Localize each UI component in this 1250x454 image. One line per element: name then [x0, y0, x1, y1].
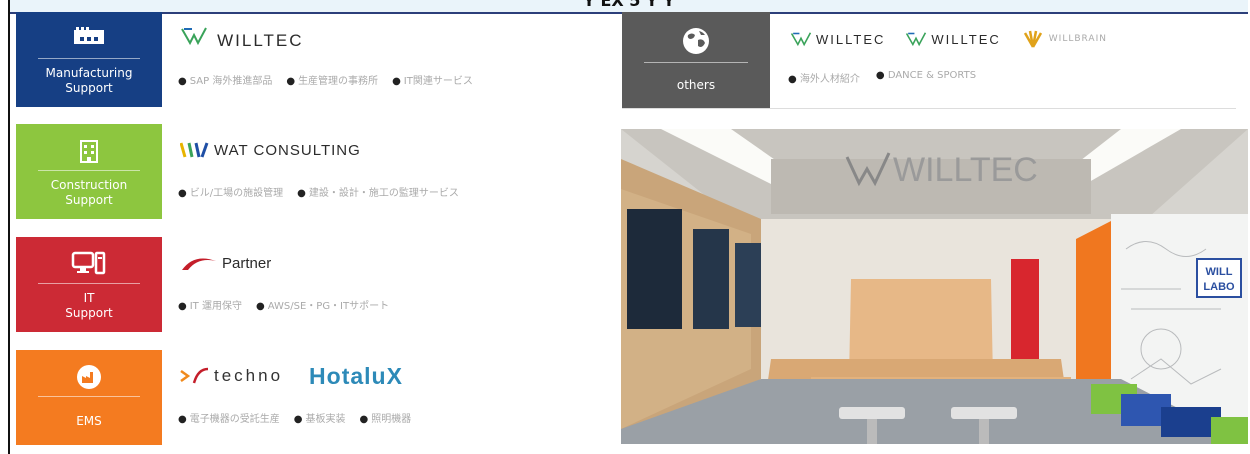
- service-item: ビル/工場の施設管理: [178, 184, 283, 199]
- wat-mark-icon: [180, 142, 209, 158]
- willtec-logo: WILLTEC: [180, 26, 304, 51]
- willtec-logo-text: WILLTEC: [217, 30, 304, 50]
- service-item: IT関連サービス: [392, 72, 473, 87]
- service-item: 電子機器の受託生産: [178, 410, 280, 425]
- service-list: SAP 海外推進部品 生産管理の事務所 IT関連サービス: [178, 72, 473, 87]
- partner-logo-text: Partner: [222, 254, 272, 272]
- tile-manufacturing-support[interactable]: Manufacturing Support: [16, 12, 162, 107]
- techno-logo-text: techno: [214, 366, 284, 385]
- svg-text:WILLTEC: WILLTEC: [893, 151, 1038, 189]
- willtec-logo: WILLTEC: [905, 31, 1000, 47]
- techno-mark-icon: [180, 367, 209, 384]
- tile-divider: [644, 62, 748, 63]
- partner-logo: Partner: [180, 255, 271, 272]
- tile-divider: [38, 58, 140, 59]
- globe-icon: [683, 28, 709, 54]
- business-row-it[interactable]: IT Support Partner IT 運用保守 AWS/SE・PG・ITサ…: [10, 237, 610, 332]
- techno-logo: techno: [180, 366, 283, 386]
- svg-text:LABO: LABO: [1203, 281, 1235, 293]
- willtec-logo-text: WILLTEC: [931, 31, 1001, 47]
- tile-construction-support[interactable]: Construction Support: [16, 124, 162, 219]
- wat-consulting-logo: WAT CONSULTING: [180, 141, 361, 159]
- tile-divider: [38, 170, 140, 171]
- service-list: ● 海外人材紹介 ● DANCE & SPORTS: [788, 70, 976, 85]
- office-photo: WILLTEC WILL LABO: [621, 129, 1248, 444]
- service-item: SAP 海外推進部品: [178, 72, 273, 87]
- others-card[interactable]: others WILLTEC WILLTEC WILLBRAIN ● 海外人材紹…: [622, 12, 1236, 109]
- tile-label: Construction Support: [50, 178, 128, 207]
- office-interior-illustration: WILLTEC WILL LABO: [621, 129, 1248, 444]
- willtec-mark-icon: [906, 32, 927, 47]
- service-list: IT 運用保守 AWS/SE・PG・ITサポート: [178, 297, 389, 312]
- company-logos: WAT CONSULTING: [180, 134, 361, 166]
- company-logos: WILLTEC WILLTEC WILLBRAIN: [790, 30, 1107, 48]
- computer-icon: [71, 251, 106, 275]
- wat-logo-text: WAT CONSULTING: [214, 141, 361, 159]
- business-row-manufacturing[interactable]: Manufacturing Support WILLTEC SAP 海外推進部品…: [10, 12, 610, 107]
- factory-circle-icon: [77, 365, 101, 389]
- leaf-mark-icon: [1023, 30, 1042, 48]
- section-title: Y EX 5 Y Y: [583, 0, 675, 10]
- tile-others[interactable]: others: [622, 12, 770, 108]
- service-item: IT 運用保守: [178, 297, 242, 312]
- tile-label: others: [676, 78, 716, 92]
- factory-icon: [74, 27, 104, 44]
- willbrain-logo: WILLBRAIN: [1021, 30, 1107, 48]
- service-item: AWS/SE・PG・ITサポート: [256, 297, 389, 312]
- company-logos: techno HotaluX: [180, 360, 403, 392]
- service-item: 基板実装: [294, 410, 345, 425]
- willtec-logo-text: WILLTEC: [816, 31, 886, 47]
- service-item: 照明機器: [359, 410, 411, 425]
- willbrain-logo-text: WILLBRAIN: [1048, 34, 1107, 44]
- tile-divider: [38, 283, 140, 284]
- tile-ems[interactable]: EMS: [16, 350, 162, 445]
- service-list: ビル/工場の施設管理 建設・設計・施工の監理サービス: [178, 184, 459, 199]
- service-item: 生産管理の事務所: [286, 72, 378, 87]
- service-item: ● DANCE & SPORTS: [875, 70, 977, 81]
- hotalux-logo: HotaluX: [309, 362, 403, 389]
- business-row-ems[interactable]: EMS techno HotaluX 電子機器の受託生産 基板実装 照明機器: [10, 350, 610, 445]
- company-logos: Partner: [180, 247, 271, 279]
- service-item: 建設・設計・施工の監理サービス: [297, 184, 459, 199]
- company-logos: WILLTEC: [180, 22, 304, 54]
- willtec-mark-icon: [790, 32, 812, 47]
- tile-label: IT Support: [65, 291, 113, 320]
- tile-divider: [38, 396, 140, 397]
- svg-text:WILL: WILL: [1206, 266, 1233, 278]
- tile-it-support[interactable]: IT Support: [16, 237, 162, 332]
- tile-label: EMS: [76, 414, 102, 428]
- partner-swoosh-icon: [182, 258, 216, 270]
- service-item: ● 海外人材紹介: [788, 74, 860, 85]
- business-row-construction[interactable]: Construction Support WAT CONSULTING ビル/工…: [10, 124, 610, 219]
- tile-label: Manufacturing Support: [45, 66, 133, 95]
- willtec-mark-icon: [181, 27, 207, 45]
- building-icon: [80, 140, 98, 163]
- willtec-logo: WILLTEC: [790, 31, 885, 47]
- service-list: 電子機器の受託生産 基板実装 照明機器: [178, 410, 411, 425]
